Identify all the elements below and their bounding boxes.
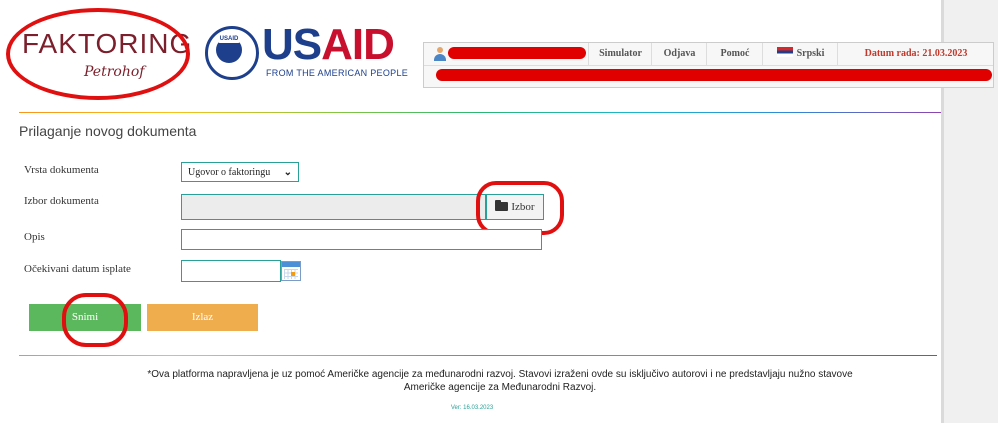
top-navigation: Simulator Odjava Pomoć Srpski Datum rada… bbox=[423, 42, 994, 88]
nav-language[interactable]: Srpski bbox=[762, 43, 838, 65]
footer-disclaimer-line2: Američke agencije za Međunarodni Razvoj. bbox=[403, 382, 597, 393]
document-file-field[interactable] bbox=[181, 194, 486, 220]
footer-disclaimer-line1: *Ova platforma napravljena je uz pomoć A… bbox=[147, 369, 853, 380]
usaid-seal-icon: USAID bbox=[205, 26, 259, 80]
usaid-seal-tag: USAID bbox=[218, 35, 240, 43]
version-label: Ver: 16.03.2023 bbox=[450, 405, 494, 411]
annotation-circle-logo bbox=[6, 8, 190, 100]
calendar-icon-header bbox=[282, 262, 300, 267]
opis-label: Opis bbox=[24, 231, 45, 243]
calendar-icon-mark bbox=[291, 272, 295, 276]
usaid-tagline: FROM THE AMERICAN PEOPLE bbox=[266, 68, 409, 78]
nav-pomoc[interactable]: Pomoć bbox=[706, 43, 763, 65]
serbian-flag-icon bbox=[776, 47, 793, 57]
footer-divider bbox=[19, 355, 937, 356]
document-type-value: Ugovor o faktoringu bbox=[188, 167, 271, 178]
header-divider bbox=[19, 112, 941, 113]
nav-language-label: Srpski bbox=[796, 48, 825, 59]
annotation-circle-snimi bbox=[62, 293, 128, 347]
datum-label: Očekivani datum isplate bbox=[24, 263, 131, 275]
nav-odjava[interactable]: Odjava bbox=[651, 43, 707, 65]
user-icon-body bbox=[434, 54, 446, 61]
payment-date-input[interactable] bbox=[181, 260, 281, 282]
user-icon-head bbox=[437, 47, 443, 53]
usaid-wordmark: USAID bbox=[262, 20, 395, 69]
chevron-down-icon: ⌄ bbox=[283, 167, 292, 178]
document-type-select[interactable]: Ugovor o faktoringu ⌄ bbox=[181, 162, 299, 182]
usaid-word-us: US bbox=[262, 20, 322, 69]
vrsta-label: Vrsta dokumenta bbox=[24, 164, 99, 176]
usaid-word-aid: AID bbox=[321, 20, 395, 69]
footer-disclaimer: *Ova platforma napravljena je uz pomoć A… bbox=[100, 368, 900, 394]
annotation-circle-izbor bbox=[476, 181, 564, 235]
work-date: Datum rada: 21.03.2023 bbox=[837, 43, 994, 65]
redacted-username bbox=[448, 47, 586, 59]
page-title: Prilaganje novog dokumenta bbox=[19, 123, 197, 139]
description-input[interactable] bbox=[181, 229, 542, 250]
izbor-label: Izbor dokumenta bbox=[24, 195, 99, 207]
nav-simulator[interactable]: Simulator bbox=[588, 43, 652, 65]
redacted-info-bar bbox=[436, 69, 992, 81]
exit-button[interactable]: Izlaz bbox=[147, 304, 258, 331]
calendar-icon[interactable] bbox=[281, 261, 301, 281]
user-icon[interactable] bbox=[434, 47, 446, 61]
top-nav-row: Simulator Odjava Pomoć Srpski Datum rada… bbox=[424, 43, 993, 66]
